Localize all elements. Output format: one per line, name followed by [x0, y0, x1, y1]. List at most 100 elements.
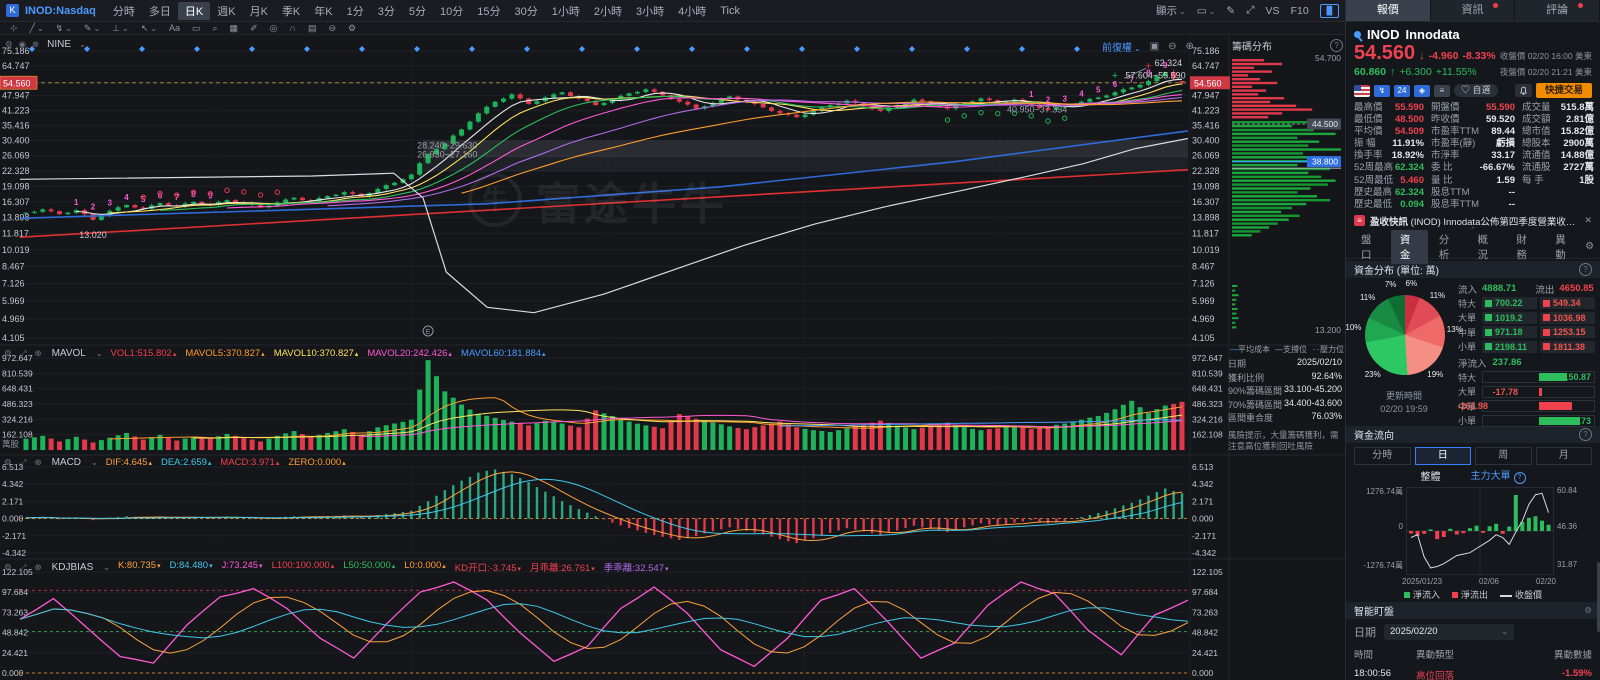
- adjust-mode-dropdown[interactable]: 前復權 ⌄: [1102, 39, 1141, 54]
- draw-tool-icon[interactable]: ⊥ ⌄: [112, 23, 129, 34]
- alert-bell-icon[interactable]: [1514, 84, 1532, 97]
- symbol-label[interactable]: INOD:Nasdaq: [25, 5, 96, 17]
- timeframe-tab[interactable]: 日K: [177, 1, 211, 20]
- display-dropdown[interactable]: 顯示 ⌄: [1156, 3, 1186, 18]
- hours-24-icon[interactable]: 24: [1394, 84, 1410, 97]
- sidebar-tab[interactable]: 財務: [1507, 230, 1544, 264]
- close-icon[interactable]: ⊗: [34, 348, 41, 359]
- draw-tool-icon[interactable]: ⊖: [328, 23, 336, 34]
- draw-tool-icon[interactable]: ↖ ⌄: [141, 23, 157, 34]
- mavol-dropdown[interactable]: MAVOL: [52, 348, 86, 359]
- zoom-out-icon[interactable]: ⊖: [1168, 41, 1176, 52]
- date-select[interactable]: 2025/02/20 ⌄: [1384, 624, 1514, 641]
- sidebar-tab[interactable]: 資金: [1390, 229, 1428, 264]
- timeframe-tab[interactable]: 1分: [340, 2, 371, 20]
- help-icon[interactable]: ?: [1579, 428, 1592, 442]
- help-icon[interactable]: ?: [1330, 39, 1343, 52]
- timeframe-tab[interactable]: 年K: [307, 2, 339, 20]
- timeframe-tab[interactable]: Tick: [713, 4, 747, 18]
- close-icon[interactable]: ⊗: [34, 562, 41, 573]
- tag-icon[interactable]: ◈: [1414, 84, 1430, 97]
- smart-watch-table-header: 時間 異動類型 異動數據: [1346, 643, 1600, 663]
- stock-name: Innodata: [1405, 26, 1460, 42]
- settings-icon[interactable]: ⚙: [4, 348, 12, 359]
- sidebar-tab[interactable]: 分析: [1430, 230, 1467, 264]
- period-tab[interactable]: 月: [1535, 447, 1592, 466]
- settings-icon[interactable]: ⚙: [5, 39, 13, 50]
- panel-layout-icon[interactable]: ▐▌: [1319, 3, 1339, 18]
- timeframe-tab[interactable]: 2小時: [587, 2, 629, 20]
- close-icon[interactable]: ⊗: [32, 39, 39, 50]
- alert-row[interactable]: 18:00:56 高位回落 -1.59%: [1346, 663, 1600, 680]
- draw-tool-icon[interactable]: ▭: [192, 23, 201, 34]
- period-tab[interactable]: 周: [1475, 447, 1532, 466]
- panel-tab[interactable]: 評論: [1515, 0, 1600, 21]
- mode-tab[interactable]: 整體: [1421, 468, 1441, 483]
- indicator-nine-dropdown[interactable]: NINE: [47, 39, 71, 50]
- sidebar-tab[interactable]: 概況: [1469, 230, 1506, 264]
- mode-tab[interactable]: 主力大單?: [1471, 467, 1526, 485]
- settings-icon[interactable]: ⚙: [1584, 605, 1592, 616]
- pen-icon[interactable]: ✎: [1226, 5, 1235, 17]
- timeframe-tab[interactable]: 季K: [275, 2, 307, 20]
- panel-tab[interactable]: 報價: [1346, 0, 1431, 21]
- timeframe-tab[interactable]: 5分: [402, 2, 433, 20]
- help-icon[interactable]: ?: [1579, 263, 1592, 277]
- zoom-in-icon[interactable]: ⊕: [1186, 41, 1194, 52]
- expand-icon[interactable]: ⤢: [20, 348, 27, 359]
- expand-icon[interactable]: ⤢: [20, 457, 27, 468]
- fullscreen-icon[interactable]: ⤢: [1246, 4, 1254, 17]
- draw-tool-icon[interactable]: ⌕: [213, 23, 218, 34]
- draw-tool-icon[interactable]: ▦: [230, 23, 239, 34]
- draw-tool-icon[interactable]: ∩: [289, 23, 295, 33]
- timeframe-tab[interactable]: 週K: [210, 2, 242, 20]
- kdjbias-dropdown[interactable]: KDJBIAS: [52, 562, 94, 573]
- timeframe-tab[interactable]: 分時: [106, 2, 142, 20]
- camera-icon[interactable]: ◉: [19, 39, 26, 50]
- timeframe-tab[interactable]: 3小時: [629, 2, 671, 20]
- draw-tool-icon[interactable]: ✎ ⌄: [84, 23, 100, 34]
- timeframe-tab[interactable]: 3分: [371, 2, 402, 20]
- expand-icon[interactable]: ⤢: [20, 562, 27, 573]
- timeframe-tab[interactable]: 15分: [470, 2, 507, 20]
- vs-button[interactable]: VS: [1266, 5, 1280, 17]
- draw-tool-icon[interactable]: ⊹: [10, 23, 18, 34]
- close-icon[interactable]: ⊗: [34, 457, 41, 468]
- lightning-icon[interactable]: ↯: [1374, 84, 1390, 97]
- draw-tool-icon[interactable]: ⚙: [348, 23, 356, 34]
- settings-icon[interactable]: ⚙: [1585, 241, 1594, 252]
- period-tab[interactable]: 分時: [1354, 447, 1411, 466]
- snapshot-icon[interactable]: ▣: [1150, 41, 1159, 52]
- timeframe-tab[interactable]: 30分: [508, 2, 545, 20]
- settings-icon[interactable]: ⚙: [4, 457, 12, 468]
- timeframe-tab[interactable]: 10分: [433, 2, 470, 20]
- draw-tool-icon[interactable]: Aa: [169, 23, 180, 33]
- chart-app-icon[interactable]: K: [6, 4, 19, 17]
- settings-icon[interactable]: ⚙: [4, 562, 12, 573]
- sidebar-tab[interactable]: 盤口: [1352, 230, 1389, 264]
- macd-dropdown[interactable]: MACD: [52, 457, 81, 468]
- svg-text:162.108: 162.108: [1192, 430, 1223, 440]
- sidebar-tab[interactable]: 異動: [1546, 230, 1583, 264]
- draw-tool-icon[interactable]: ✐: [250, 23, 258, 34]
- period-tab[interactable]: 日: [1414, 447, 1471, 466]
- help-icon[interactable]: ?: [1513, 472, 1526, 485]
- add-watchlist-button[interactable]: ♡ 自選: [1454, 84, 1498, 97]
- journal-icon[interactable]: ≡: [1434, 84, 1450, 97]
- draw-tool-icon[interactable]: ╱ ⌄: [30, 23, 44, 34]
- draw-tool-icon[interactable]: ◎: [270, 23, 278, 34]
- timeframe-tab[interactable]: 月K: [243, 2, 275, 20]
- draw-tool-icon[interactable]: ▤: [308, 23, 317, 34]
- news-ticker[interactable]: ≡ 盈收快訊 (INOD) Innodata公佈第四季度營業收入… ✕: [1346, 210, 1600, 228]
- timeframe-tab[interactable]: 4小時: [671, 2, 713, 20]
- f10-button[interactable]: F10: [1291, 5, 1309, 17]
- timeframe-tab[interactable]: 1小時: [545, 2, 587, 20]
- layout-dropdown[interactable]: ▭ ⌄: [1197, 5, 1216, 17]
- draw-tool-icon[interactable]: ↯ ⌄: [56, 23, 72, 34]
- panel-tab[interactable]: 資訊: [1430, 0, 1516, 21]
- timeframe-tab[interactable]: 多日: [142, 2, 178, 20]
- close-icon[interactable]: ✕: [1584, 215, 1592, 226]
- quick-trade-button[interactable]: 快捷交易: [1535, 83, 1592, 98]
- pin-icon[interactable]: [1354, 30, 1361, 38]
- indicator-value: MAVOL5:370.827▴: [185, 347, 265, 359]
